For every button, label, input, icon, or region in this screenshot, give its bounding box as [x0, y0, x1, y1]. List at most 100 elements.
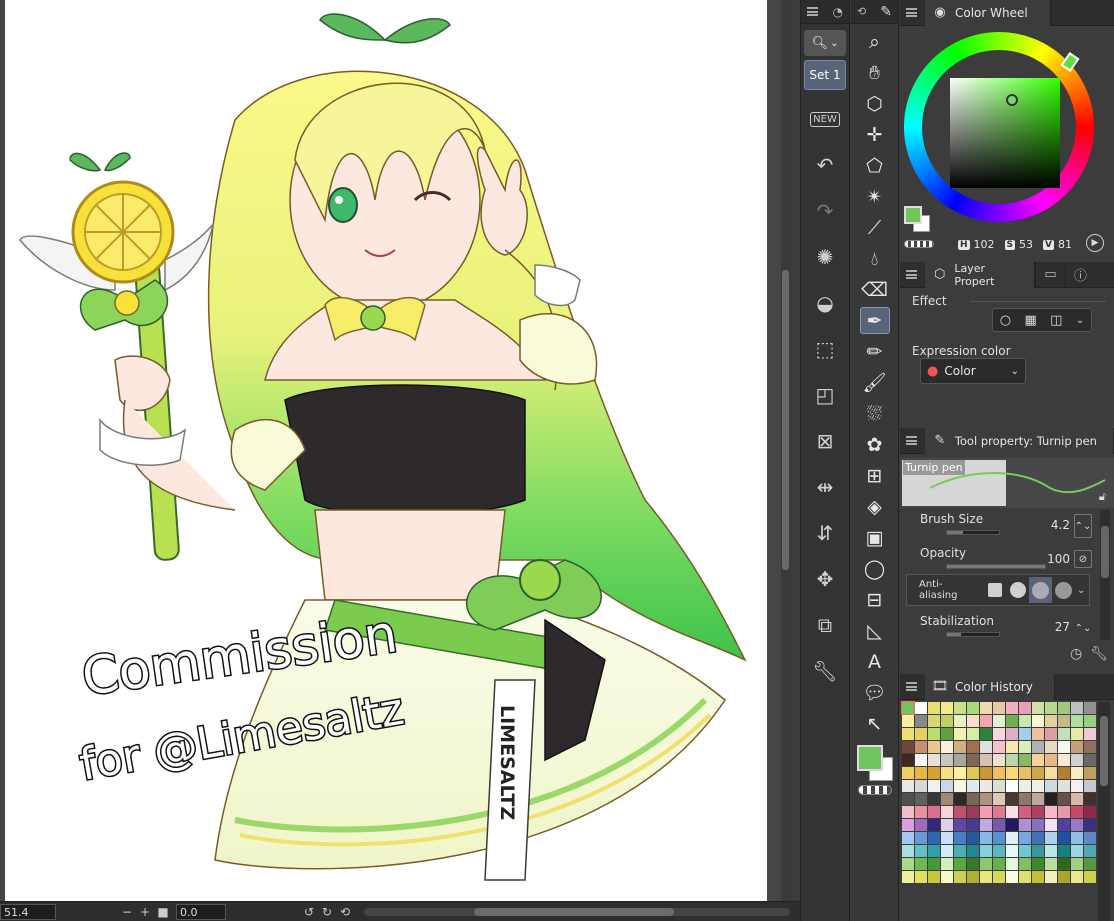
brush-tool-icon[interactable]: 🖌︎ [860, 369, 890, 396]
color-history-swatch[interactable] [1045, 780, 1057, 792]
color-history-swatch[interactable] [993, 845, 1005, 857]
color-history-swatch[interactable] [902, 858, 914, 870]
figure-tool-icon[interactable]: ◯ [860, 555, 890, 582]
color-history-swatch[interactable] [1032, 754, 1044, 766]
color-history-swatch[interactable] [902, 871, 914, 883]
play-icon[interactable]: ▶ [1086, 234, 1104, 252]
color-history-swatch[interactable] [915, 806, 927, 818]
color-history-swatch[interactable] [1019, 819, 1031, 831]
color-history-swatch[interactable] [954, 832, 966, 844]
opacity-value[interactable]: 100 [1047, 552, 1070, 566]
color-history-swatch[interactable] [1045, 767, 1057, 779]
color-history-swatch[interactable] [1058, 871, 1070, 883]
color-history-swatch[interactable] [1071, 858, 1083, 870]
move-tool-icon[interactable]: ✛ [860, 121, 890, 148]
color-history-swatch[interactable] [941, 871, 953, 883]
transform-icon[interactable]: ⬚ [808, 332, 842, 366]
color-history-swatch[interactable] [1032, 793, 1044, 805]
color-history-swatch[interactable] [1006, 780, 1018, 792]
search-tool-dropdown[interactable]: 🔍︎ ⌄ [804, 30, 846, 56]
color-history-swatch[interactable] [941, 832, 953, 844]
gauge-icon[interactable]: ◷ [1070, 646, 1082, 662]
color-history-swatch[interactable] [1058, 754, 1070, 766]
color-history-swatch[interactable] [1058, 832, 1070, 844]
brush-size-stepper[interactable]: ⌃⌄ [1074, 514, 1092, 538]
color-history-swatch[interactable] [1019, 741, 1031, 753]
color-history-swatch[interactable] [1006, 793, 1018, 805]
antialias-weak-icon[interactable] [1006, 577, 1029, 603]
color-history-swatch[interactable] [915, 819, 927, 831]
color-history-swatch[interactable] [1032, 767, 1044, 779]
color-history-swatch[interactable] [954, 871, 966, 883]
color-history-swatch[interactable] [902, 832, 914, 844]
screenshot-icon[interactable]: ⧉ [808, 608, 842, 642]
rotate-right-icon[interactable]: ↻ [318, 905, 336, 919]
color-history-swatch[interactable] [1006, 871, 1018, 883]
color-history-swatch[interactable] [915, 767, 927, 779]
color-history-swatch[interactable] [1045, 741, 1057, 753]
menu-icon[interactable] [906, 436, 917, 445]
color-history-swatch[interactable] [1019, 767, 1031, 779]
rotate-icon[interactable]: ✥ [808, 562, 842, 596]
stabilization-slider[interactable] [946, 632, 1000, 637]
color-history-swatch[interactable] [980, 871, 992, 883]
color-history-swatch[interactable] [915, 780, 927, 792]
color-history-swatch[interactable] [1084, 702, 1096, 714]
color-history-swatch[interactable] [1006, 858, 1018, 870]
pen-tool-icon[interactable]: ✒ [859, 307, 890, 334]
object-select-icon[interactable]: ⬡ [860, 90, 890, 117]
flip-horizontal-icon[interactable]: ⇹ [808, 470, 842, 504]
fill-icon[interactable]: ◒ [808, 286, 842, 320]
color-history-swatch[interactable] [1058, 702, 1070, 714]
color-history-swatch[interactable] [1019, 806, 1031, 818]
color-history-swatch[interactable] [967, 793, 979, 805]
color-history-swatch[interactable] [1084, 858, 1096, 870]
color-history-swatch[interactable] [928, 702, 940, 714]
color-history-swatch[interactable] [1032, 819, 1044, 831]
color-history-swatch[interactable] [1032, 858, 1044, 870]
color-history-swatch[interactable] [1006, 741, 1018, 753]
color-history-swatch[interactable] [954, 767, 966, 779]
color-history-swatch[interactable] [1058, 819, 1070, 831]
stabilization-stepper[interactable]: ⌃⌄ [1074, 616, 1092, 640]
color-history-swatch[interactable] [1045, 702, 1057, 714]
color-history-swatch[interactable] [1006, 715, 1018, 727]
color-history-swatch[interactable] [1006, 845, 1018, 857]
chevron-down-icon[interactable]: ⌄ [1075, 585, 1085, 596]
scroll-thumb[interactable] [1100, 716, 1108, 786]
color-history-swatch[interactable] [1084, 728, 1096, 740]
color-history-swatch[interactable] [967, 767, 979, 779]
color-history-swatch[interactable] [941, 728, 953, 740]
tab-info-icon[interactable]: ⓘ [1065, 261, 1095, 288]
color-history-swatch[interactable] [941, 715, 953, 727]
color-history-swatch[interactable] [1084, 806, 1096, 818]
color-history-swatch[interactable] [967, 741, 979, 753]
color-history-swatch[interactable] [928, 858, 940, 870]
rotate-reset-icon[interactable]: ⟲ [336, 905, 354, 919]
color-history-swatch[interactable] [954, 715, 966, 727]
layer-color-icon[interactable]: ◫ [1050, 313, 1062, 328]
color-history-swatch[interactable] [954, 793, 966, 805]
color-history-swatch[interactable] [1019, 845, 1031, 857]
color-history-swatch[interactable] [902, 767, 914, 779]
color-history-swatch[interactable] [1058, 858, 1070, 870]
color-history-swatch[interactable] [980, 754, 992, 766]
free-transform-icon[interactable]: ⊠ [808, 424, 842, 458]
brush-size-value[interactable]: 4.2 [1051, 518, 1070, 532]
color-history-swatch[interactable] [954, 845, 966, 857]
blend-tool-icon[interactable]: 💧︎ [860, 245, 890, 272]
color-history-swatch[interactable] [980, 780, 992, 792]
chevron-down-icon[interactable]: ⌄ [1076, 315, 1084, 326]
horizontal-scrollbar[interactable] [364, 907, 790, 916]
tab-layer-property[interactable]: ⬡ Layer Propert [925, 261, 1035, 288]
zoom-in-button[interactable]: + [136, 905, 154, 919]
tab-layer-icon[interactable]: ▭ [1035, 261, 1065, 288]
color-history-swatch[interactable] [980, 741, 992, 753]
color-history-swatch[interactable] [1071, 702, 1083, 714]
main-color-swatch[interactable] [904, 206, 922, 224]
scroll-thumb[interactable] [782, 270, 789, 570]
color-history-swatch[interactable] [928, 871, 940, 883]
color-history-swatch[interactable] [928, 754, 940, 766]
redo-icon[interactable]: ↷ [808, 194, 842, 228]
airbrush-icon[interactable]: ⛆ [860, 400, 890, 427]
